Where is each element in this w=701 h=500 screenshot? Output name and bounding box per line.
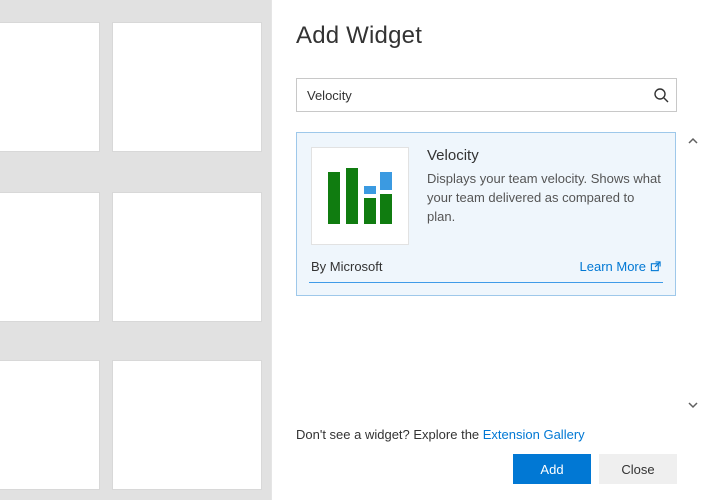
search-wrap: [296, 78, 677, 112]
widget-publisher: By Microsoft: [311, 259, 383, 274]
widget-list: Velocity Displays your team velocity. Sh…: [296, 132, 684, 413]
dashboard-tile: [112, 22, 262, 152]
external-link-icon: [650, 261, 661, 272]
search-input[interactable]: [296, 78, 677, 112]
widget-description: Displays your team velocity. Shows what …: [427, 170, 661, 227]
scroll-down-arrow-icon[interactable]: [684, 396, 701, 413]
search-icon[interactable]: [653, 87, 669, 103]
widget-card-velocity[interactable]: Velocity Displays your team velocity. Sh…: [296, 132, 676, 296]
dashboard-tile: [112, 360, 262, 490]
dashboard-tile: [0, 192, 100, 322]
scrollbar[interactable]: [684, 132, 701, 413]
velocity-chart-icon: [324, 168, 396, 224]
footer-prompt: Don't see a widget? Explore the Extensio…: [296, 427, 677, 442]
scroll-up-arrow-icon[interactable]: [684, 132, 701, 149]
dashboard-tile: [0, 22, 100, 152]
panel-footer: Don't see a widget? Explore the Extensio…: [272, 413, 701, 500]
dashboard-grid-background: [0, 0, 271, 500]
close-button[interactable]: Close: [599, 454, 677, 484]
learn-more-link[interactable]: Learn More: [580, 259, 661, 274]
extension-gallery-link[interactable]: Extension Gallery: [483, 427, 585, 442]
widget-thumbnail: [311, 147, 409, 245]
footer-prompt-prefix: Don't see a widget? Explore the: [296, 427, 483, 442]
learn-more-label: Learn More: [580, 259, 646, 274]
widget-title: Velocity: [427, 147, 661, 164]
panel-title: Add Widget: [296, 22, 677, 50]
dashboard-tile: [0, 360, 100, 490]
dashboard-tile: [112, 192, 262, 322]
add-widget-panel: Add Widget: [271, 0, 701, 500]
add-button[interactable]: Add: [513, 454, 591, 484]
